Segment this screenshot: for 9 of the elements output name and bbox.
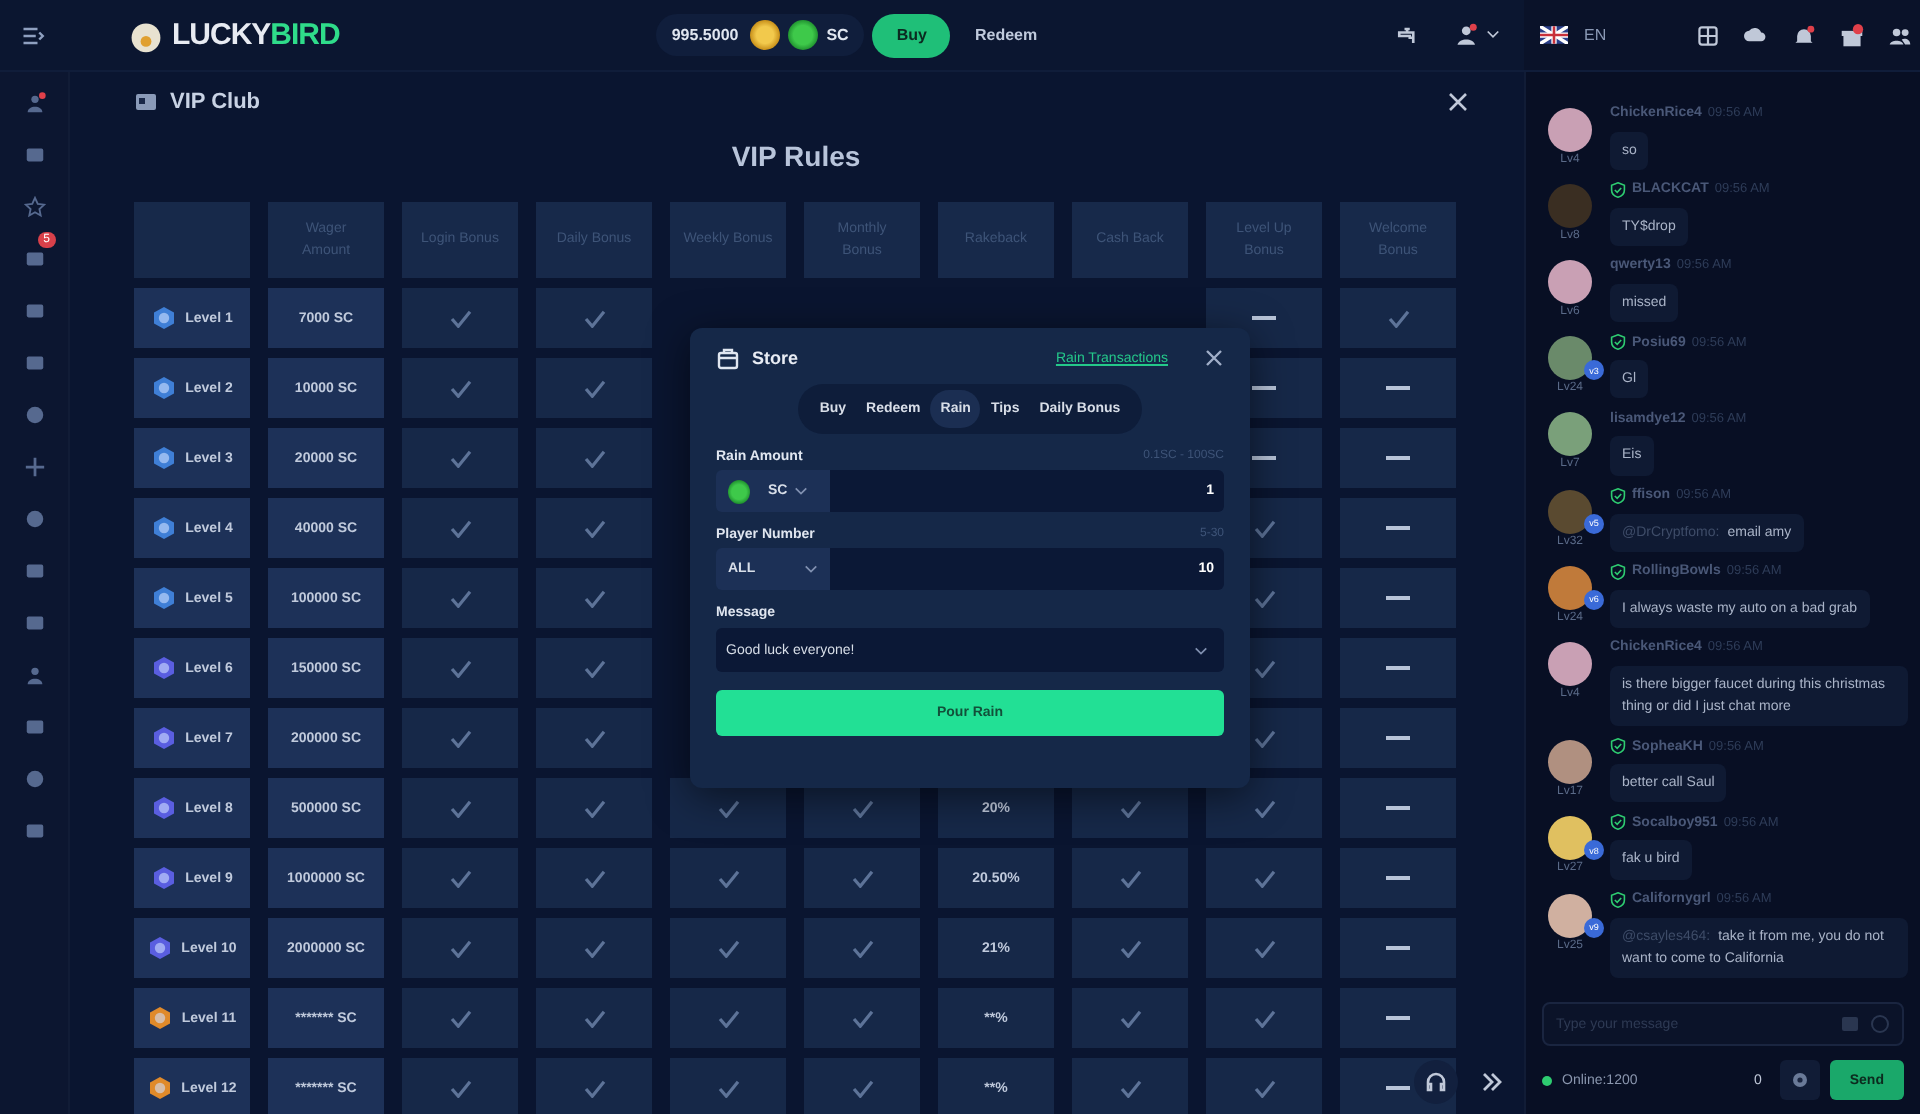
dialog-title: Store <box>752 348 799 368</box>
page-title: VIP Club <box>170 90 261 114</box>
buy-button[interactable]: Buy <box>872 13 951 57</box>
logo[interactable]: LUCKYBIRD <box>128 17 340 53</box>
language-label[interactable]: EN <box>1584 26 1607 44</box>
balance-amount: 995.5000 <box>671 26 739 44</box>
section-heading: VIP Rules <box>729 140 863 176</box>
currency-label: SC <box>826 26 849 44</box>
redeem-button[interactable]: Redeem <box>966 13 1046 57</box>
